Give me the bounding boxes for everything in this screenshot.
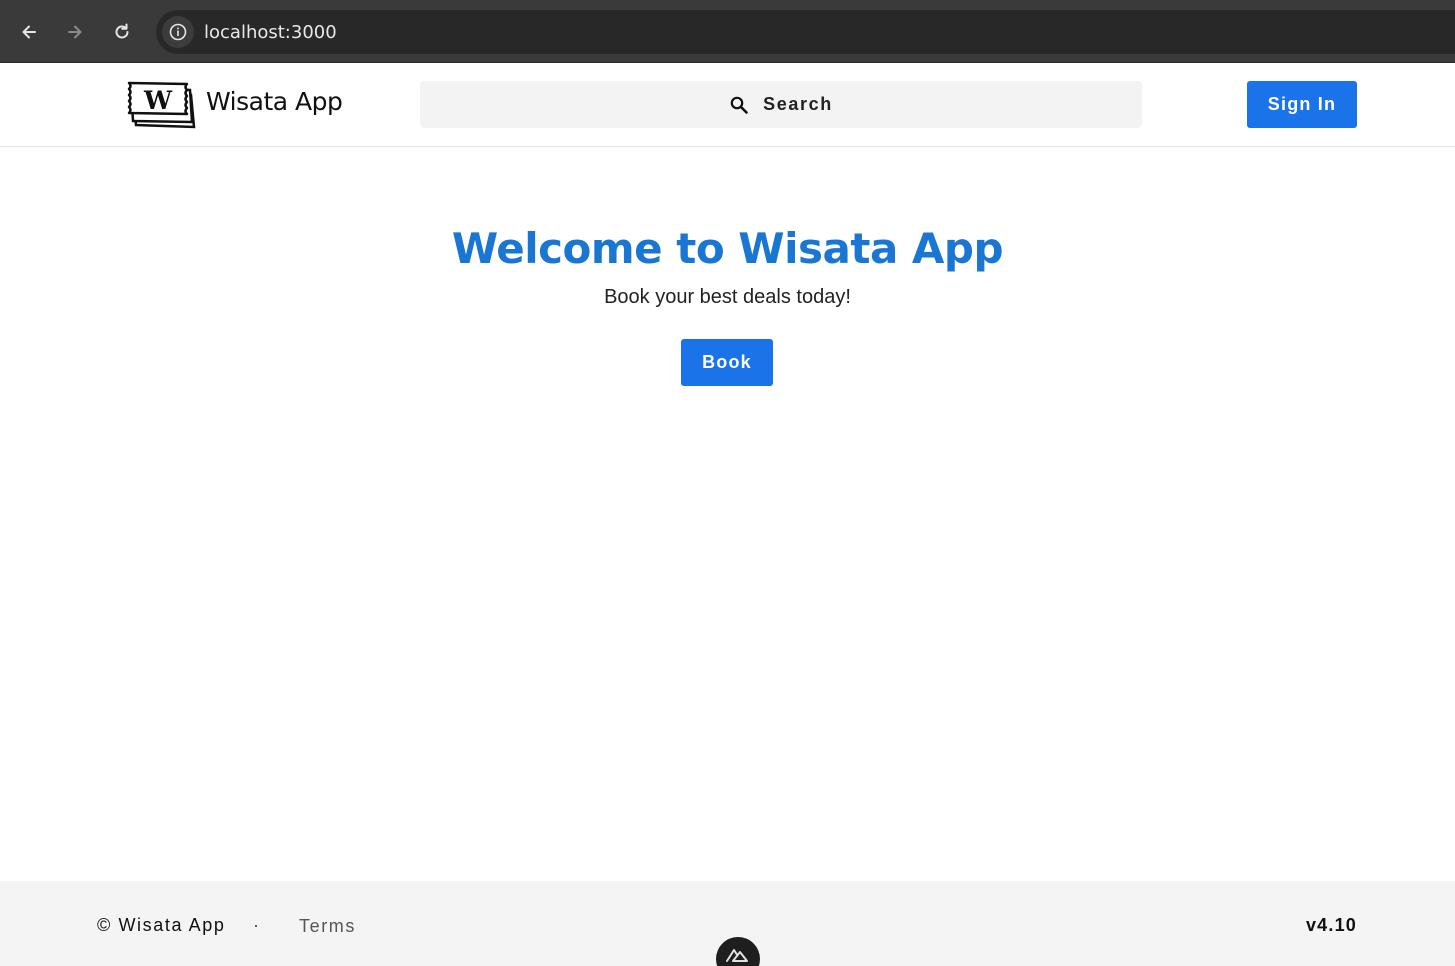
app-header: W Wisata App Search Sign In	[0, 63, 1455, 147]
footer: © Wisata App · Terms v4.10	[0, 881, 1455, 966]
arrow-left-icon	[22, 25, 36, 39]
terms-link[interactable]: Terms	[299, 916, 356, 937]
brand-logo[interactable]: W	[127, 77, 199, 133]
devtools-button[interactable]	[716, 937, 760, 966]
ticket-logo-icon: W	[127, 81, 196, 129]
nuxt-logo-icon	[726, 949, 748, 962]
back-button[interactable]	[11, 14, 47, 50]
reload-icon	[115, 23, 129, 39]
site-info-button[interactable]	[162, 16, 194, 48]
forward-button[interactable]	[57, 14, 93, 50]
page-title: Welcome to Wisata App	[451, 224, 1004, 273]
browser-toolbar: localhost:3000	[0, 0, 1455, 63]
reload-button[interactable]	[104, 14, 140, 50]
page-subtitle: Book your best deals today!	[604, 286, 851, 308]
url-text[interactable]: localhost:3000	[204, 22, 337, 43]
arrow-right-icon	[68, 25, 82, 39]
version-text: v4.10	[1305, 915, 1357, 935]
info-icon	[169, 23, 187, 41]
copyright-text: © Wisata App	[97, 915, 226, 935]
logo-letter: W	[143, 86, 173, 115]
brand-name[interactable]: Wisata App	[206, 87, 343, 116]
search-label: Search	[763, 94, 833, 114]
book-button[interactable]: Book	[681, 339, 773, 386]
sign-in-button[interactable]: Sign In	[1247, 81, 1357, 128]
search-icon	[730, 96, 748, 114]
address-bar[interactable]: localhost:3000	[156, 10, 1455, 54]
footer-separator: ·	[253, 915, 259, 935]
search-button[interactable]: Search	[420, 81, 1142, 128]
